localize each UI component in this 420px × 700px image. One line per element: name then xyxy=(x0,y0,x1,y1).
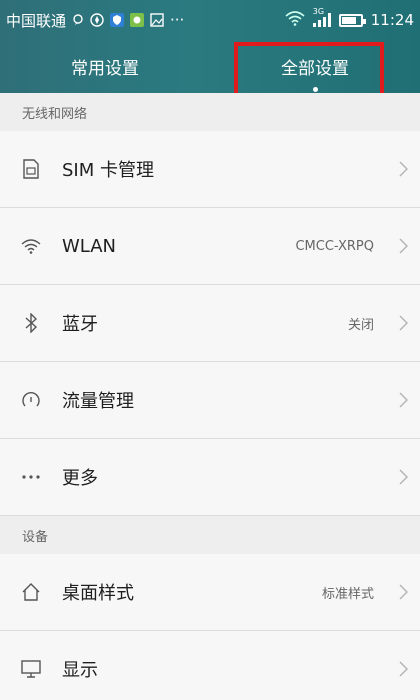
shield-icon xyxy=(110,13,125,27)
bluetooth-icon xyxy=(0,313,62,333)
chevron-right-icon xyxy=(394,469,412,485)
more-notifications-icon: ··· xyxy=(170,11,185,29)
wifi-status-icon xyxy=(285,10,305,30)
home-icon xyxy=(0,582,62,602)
display-icon xyxy=(0,660,62,678)
settings-item-value: 关闭 xyxy=(347,317,374,333)
settings-item-more[interactable]: 更多 xyxy=(0,439,420,516)
app-notification-icon xyxy=(130,13,145,27)
battery-icon xyxy=(338,13,366,27)
settings-item-label: 更多 xyxy=(62,468,98,489)
chevron-right-icon xyxy=(394,238,412,254)
status-bar: 中国联通 ··· 3G 11:24 xyxy=(0,0,420,40)
tab-label: 常用设置 xyxy=(71,59,139,79)
settings-item-wlan[interactable]: WLAN CMCC-XRPQ xyxy=(0,208,420,285)
tab-common-settings[interactable]: 常用设置 xyxy=(0,40,210,93)
settings-item-label: 流量管理 xyxy=(62,391,134,412)
section-header-wireless: 无线和网络 xyxy=(0,93,420,131)
section-header-device: 设备 xyxy=(0,516,420,554)
clock: 11:24 xyxy=(370,11,414,29)
settings-item-bluetooth[interactable]: 蓝牙 关闭 xyxy=(0,285,420,362)
settings-item-label: 桌面样式 xyxy=(62,583,134,604)
image-icon xyxy=(150,13,164,27)
chevron-right-icon xyxy=(394,392,412,408)
chevron-right-icon xyxy=(394,161,412,177)
highlight-annotation xyxy=(234,42,384,97)
carrier-name: 中国联通 xyxy=(6,11,67,30)
settings-item-label: 蓝牙 xyxy=(62,314,98,335)
signal-icon: 3G xyxy=(312,7,331,27)
sim-card-icon xyxy=(0,159,62,179)
settings-item-value: 标准样式 xyxy=(321,586,374,602)
network-type: 3G xyxy=(312,7,325,16)
settings-item-sim[interactable]: SIM 卡管理 xyxy=(0,131,420,208)
wifi-icon xyxy=(0,238,62,254)
settings-item-data-usage[interactable]: 流量管理 xyxy=(0,362,420,439)
data-usage-icon xyxy=(0,390,62,410)
chevron-right-icon xyxy=(394,661,412,677)
settings-item-value: CMCC-XRPQ xyxy=(295,238,374,254)
settings-list: 无线和网络 SIM 卡管理 WLAN CMCC-XRPQ 蓝牙 关闭 流量管理 … xyxy=(0,93,420,700)
settings-item-display[interactable]: 显示 xyxy=(0,631,420,700)
message-icon xyxy=(72,14,84,26)
settings-item-label: 显示 xyxy=(62,660,98,681)
settings-item-label: WLAN xyxy=(62,235,117,257)
compass-icon xyxy=(90,13,104,27)
more-icon xyxy=(0,474,62,480)
settings-item-home-style[interactable]: 桌面样式 标准样式 xyxy=(0,554,420,631)
chevron-right-icon xyxy=(394,584,412,600)
chevron-right-icon xyxy=(394,315,412,331)
settings-item-label: SIM 卡管理 xyxy=(62,160,154,181)
